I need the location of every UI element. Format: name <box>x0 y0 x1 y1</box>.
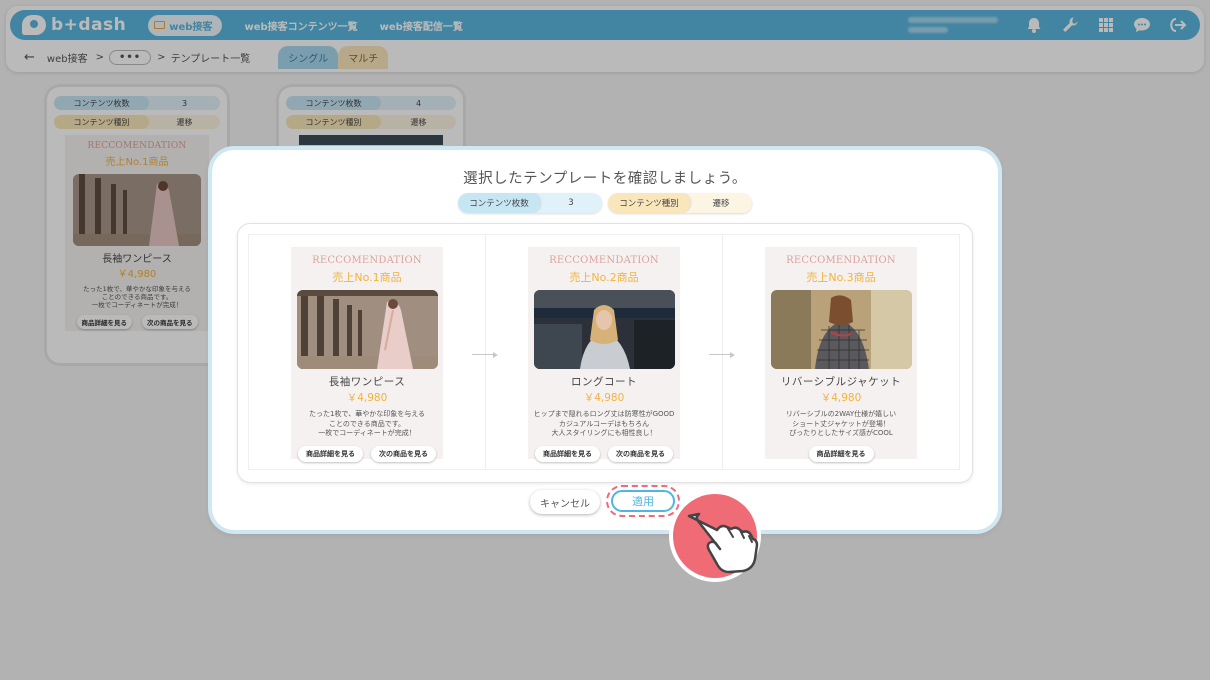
template-en-heading: RECCOMENDATION <box>549 255 659 266</box>
description-line: 大人スタイリングにも相性良し！ <box>551 429 657 437</box>
template-rank: 売上No.1商品 <box>332 271 402 284</box>
next-product-button[interactable]: 次の商品を見る <box>371 446 436 462</box>
pill-key: コンテンツ枚数 <box>458 193 540 213</box>
pill-value: 遷移 <box>712 199 730 209</box>
description-line: たった1枚で、華やかな印象を与える <box>309 410 425 418</box>
product-description: ヒップまで隠れるロング丈は防寒性がGOOD カジュアルコーデはもちろん 大人スタ… <box>528 410 680 440</box>
description-line: ヒップまで隠れるロング丈は防寒性がGOOD <box>533 410 675 418</box>
template-preview-panel: RECCOMENDATION 売上No.1商品 長袖ワンピース ￥4,980 た… <box>238 224 972 482</box>
description-line: ぴったりとしたサイズ感がCOOL <box>789 429 893 437</box>
slide-slot: RECCOMENDATION 売上No.3商品 リバーシブルジャケット ￥4,9… <box>709 235 959 469</box>
description-line: 一枚でコーディネートが完成！ <box>318 429 416 437</box>
product-price: ￥4,980 <box>346 392 388 404</box>
pill-value: 3 <box>568 198 574 208</box>
template-buttons: 商品詳細を見る 次の商品を見る <box>528 446 680 462</box>
product-photo <box>533 290 675 369</box>
slide-slot: RECCOMENDATION 売上No.1商品 長袖ワンピース ￥4,980 た… <box>249 235 485 469</box>
slides-row: RECCOMENDATION 売上No.1商品 長袖ワンピース ￥4,980 た… <box>248 234 960 470</box>
template-en-heading: RECCOMENDATION <box>786 255 896 266</box>
product-detail-button[interactable]: 商品詳細を見る <box>535 446 600 462</box>
cancel-button[interactable]: キャンセル <box>530 490 600 514</box>
product-photo <box>296 290 438 369</box>
template-buttons: 商品詳細を見る 次の商品を見る <box>291 446 443 462</box>
modal-actions: キャンセル 適用 <box>212 485 998 517</box>
content-count-pill: コンテンツ枚数 3 <box>458 193 602 213</box>
product-detail-button[interactable]: 商品詳細を見る <box>808 446 874 462</box>
slide-slot: RECCOMENDATION 売上No.2商品 ロングコート ￥4,980 ヒッ… <box>472 235 722 469</box>
template-rank: 売上No.2商品 <box>569 271 639 284</box>
modal-title: 選択したテンプレートを確認しましょう。 <box>463 171 747 187</box>
template-slide-2: RECCOMENDATION 売上No.2商品 ロングコート ￥4,980 ヒッ… <box>528 247 680 462</box>
template-en-heading: RECCOMENDATION <box>312 255 422 266</box>
description-line: ことのできる商品です。 <box>328 419 406 428</box>
description-line: カジュアルコーデはもちろん <box>558 419 650 428</box>
content-type-pill: コンテンツ種別 遷移 <box>608 193 752 213</box>
pointing-hand-icon <box>667 488 763 584</box>
apply-button[interactable]: 適用 <box>611 490 675 512</box>
template-rank: 売上No.3商品 <box>806 271 876 284</box>
modal-info-pills: コンテンツ枚数 3 コンテンツ種別 遷移 <box>212 193 998 213</box>
template-slide-3: RECCOMENDATION 売上No.3商品 リバーシブルジャケット ￥4,9… <box>765 247 917 462</box>
product-description: リバーシブルの2WAY仕様が嬉しい ショート丈ジャケットが登場！ ぴったりとした… <box>765 410 917 440</box>
template-confirm-modal: 選択したテンプレートを確認しましょう。 コンテンツ枚数 3 コンテンツ種別 遷移… <box>212 150 998 530</box>
product-name: ロングコート <box>571 376 637 388</box>
pill-key: コンテンツ種別 <box>608 193 690 213</box>
product-price: ￥4,980 <box>820 392 862 404</box>
product-price: ￥4,980 <box>583 392 625 404</box>
product-description: たった1枚で、華やかな印象を与える ことのできる商品です。 一枚でコーディネート… <box>291 410 443 440</box>
next-product-button[interactable]: 次の商品を見る <box>608 446 673 462</box>
product-detail-button[interactable]: 商品詳細を見る <box>298 446 363 462</box>
description-line: ショート丈ジャケットが登場！ <box>792 419 890 428</box>
product-photo <box>770 290 912 369</box>
template-buttons: 商品詳細を見る <box>765 446 917 462</box>
product-name: リバーシブルジャケット <box>780 376 902 388</box>
template-slide-1: RECCOMENDATION 売上No.1商品 長袖ワンピース ￥4,980 た… <box>291 247 443 462</box>
product-name: 長袖ワンピース <box>328 376 406 388</box>
description-line: リバーシブルの2WAY仕様が嬉しい <box>785 410 897 418</box>
